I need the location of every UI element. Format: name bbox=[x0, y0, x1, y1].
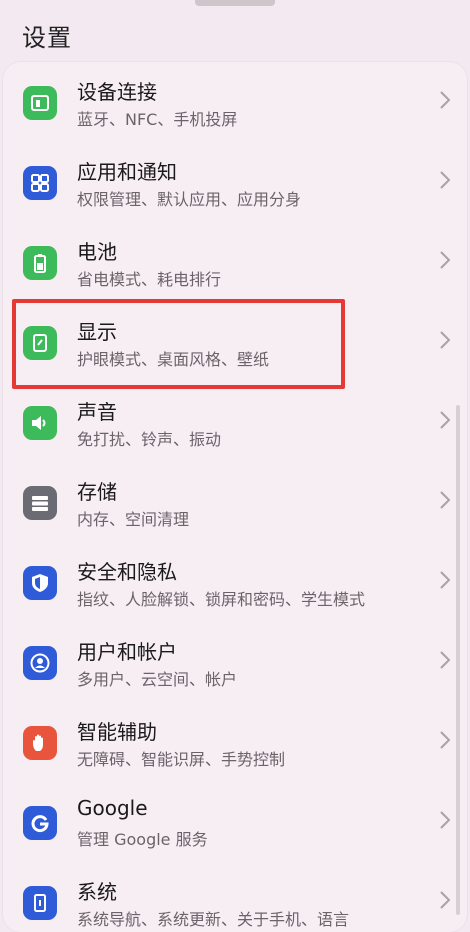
settings-item-label: 存储 bbox=[77, 480, 117, 504]
settings-item-display[interactable]: 显示 护眼模式、桌面风格、壁纸 bbox=[3, 302, 467, 382]
device-connect-icon bbox=[23, 86, 57, 120]
settings-item-label: 用户和帐户 bbox=[77, 640, 177, 664]
battery-icon bbox=[23, 246, 57, 280]
settings-item-apps[interactable]: 应用和通知 权限管理、默认应用、应用分身 bbox=[3, 142, 467, 222]
settings-item-subtitle: 免打扰、铃声、振动 bbox=[77, 430, 222, 449]
speaker-icon bbox=[23, 406, 57, 440]
settings-item-storage[interactable]: 存储 内存、空间清理 bbox=[3, 462, 467, 542]
settings-item-sound[interactable]: 声音 免打扰、铃声、振动 bbox=[3, 382, 467, 462]
settings-item-subtitle: 护眼模式、桌面风格、壁纸 bbox=[77, 350, 270, 369]
settings-item-label: 声音 bbox=[77, 400, 117, 424]
settings-item-subtitle: 管理 Google 服务 bbox=[77, 830, 208, 849]
settings-item-label: 安全和隐私 bbox=[77, 560, 177, 584]
settings-item-subtitle: 蓝牙、NFC、手机投屏 bbox=[77, 110, 238, 129]
settings-item-google[interactable]: Google 管理 Google 服务 bbox=[3, 782, 467, 862]
status-notch bbox=[195, 0, 275, 6]
settings-item-battery[interactable]: 电池 省电模式、耗电排行 bbox=[3, 222, 467, 302]
storage-icon bbox=[23, 486, 57, 520]
settings-item-subtitle: 权限管理、默认应用、应用分身 bbox=[77, 190, 302, 209]
settings-item-label: 电池 bbox=[77, 240, 117, 264]
settings-item-label: 智能辅助 bbox=[77, 720, 157, 744]
hand-icon bbox=[23, 726, 57, 760]
chevron-right-icon bbox=[440, 331, 451, 349]
chevron-right-icon bbox=[440, 171, 451, 189]
chevron-right-icon bbox=[440, 731, 451, 749]
apps-grid-icon bbox=[23, 166, 57, 200]
settings-list: 设备连接 蓝牙、NFC、手机投屏 应用和通知 权限管理、默认应用、应用分身 电池… bbox=[3, 62, 467, 932]
settings-item-label: 系统 bbox=[77, 880, 117, 904]
settings-item-label: 应用和通知 bbox=[77, 160, 177, 184]
chevron-right-icon bbox=[440, 811, 451, 829]
settings-item-subtitle: 内存、空间清理 bbox=[77, 510, 190, 529]
settings-item-label: Google bbox=[77, 796, 148, 820]
google-icon bbox=[23, 806, 57, 840]
chevron-right-icon bbox=[440, 571, 451, 589]
settings-item-subtitle: 系统导航、系统更新、关于手机、语言 bbox=[77, 910, 350, 929]
settings-item-subtitle: 无障碍、智能识屏、手势控制 bbox=[77, 750, 286, 769]
chevron-right-icon bbox=[440, 891, 451, 909]
system-phone-icon bbox=[23, 886, 57, 920]
shield-icon bbox=[23, 566, 57, 600]
settings-item-label: 显示 bbox=[77, 320, 117, 344]
display-icon bbox=[23, 326, 57, 360]
user-icon bbox=[23, 646, 57, 680]
settings-item-subtitle: 省电模式、耗电排行 bbox=[77, 270, 222, 289]
scrollbar[interactable] bbox=[456, 405, 460, 915]
chevron-right-icon bbox=[440, 91, 451, 109]
settings-item-subtitle: 多用户、云空间、帐户 bbox=[77, 670, 238, 689]
settings-item-device-connect[interactable]: 设备连接 蓝牙、NFC、手机投屏 bbox=[3, 62, 467, 142]
settings-item-security[interactable]: 安全和隐私 指纹、人脸解锁、锁屏和密码、学生模式 bbox=[3, 542, 467, 622]
page-title: 设置 bbox=[22, 24, 72, 52]
settings-item-label: 设备连接 bbox=[77, 80, 157, 104]
settings-item-subtitle: 指纹、人脸解锁、锁屏和密码、学生模式 bbox=[77, 590, 366, 609]
chevron-right-icon bbox=[440, 411, 451, 429]
chevron-right-icon bbox=[440, 651, 451, 669]
chevron-right-icon bbox=[440, 491, 451, 509]
chevron-right-icon bbox=[440, 251, 451, 269]
settings-item-system[interactable]: 系统 系统导航、系统更新、关于手机、语言 bbox=[3, 862, 467, 932]
settings-item-accounts[interactable]: 用户和帐户 多用户、云空间、帐户 bbox=[3, 622, 467, 702]
settings-item-assist[interactable]: 智能辅助 无障碍、智能识屏、手势控制 bbox=[3, 702, 467, 782]
